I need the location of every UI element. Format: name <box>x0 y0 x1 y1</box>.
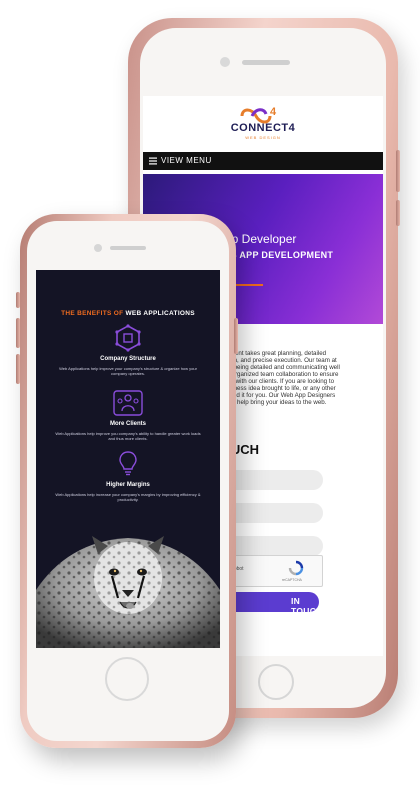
phone-field[interactable] <box>223 536 323 556</box>
back-phone-home-button <box>258 664 294 700</box>
lightbulb-icon <box>119 451 137 476</box>
front-phone-speaker <box>110 246 146 250</box>
feature-desc-line: and thus more clients. <box>108 436 148 441</box>
back-phone-speaker <box>242 60 290 65</box>
benefits-heading-highlight: THE BENEFITS OF <box>61 310 124 317</box>
site-header: 4 CONNECT4 WEB DESIGN <box>143 96 383 146</box>
front-phone-camera <box>94 244 102 252</box>
feature-desc-line: company operates. <box>110 371 146 376</box>
front-phone-screen: THE BENEFITS OF WEB APPLICATIONS Company… <box>36 270 220 648</box>
front-phone-volume-up <box>16 318 20 348</box>
recaptcha-icon <box>288 560 304 576</box>
hamburger-icon <box>149 157 157 165</box>
view-menu-bar[interactable]: VIEW MENU <box>143 152 383 170</box>
feature-title: More Clients <box>109 421 146 427</box>
recaptcha-text: reCAPTCHA <box>282 578 302 582</box>
back-phone-camera <box>220 57 230 67</box>
view-menu-label: VIEW MENU <box>161 156 212 165</box>
back-phone-volume-button <box>396 150 400 192</box>
benefits-heading-rest: WEB APPLICATIONS <box>125 310 195 317</box>
name-field[interactable] <box>223 470 323 490</box>
benefits-heading: THE BENEFITS OF WEB APPLICATIONS <box>36 310 220 317</box>
network-structure-icon <box>115 324 141 352</box>
brand-tagline: WEB DESIGN <box>245 135 281 140</box>
connect4-logo-icon[interactable]: 4 <box>238 104 282 124</box>
group-clients-icon <box>113 390 143 416</box>
brand-name: CONNECT4 <box>230 122 296 134</box>
email-field[interactable] <box>223 503 323 523</box>
feature-desc-line: productivity. <box>117 497 139 502</box>
front-phone-mute-switch <box>16 292 20 308</box>
front-phone-power-button <box>234 318 238 354</box>
cheetah-photo <box>36 520 220 648</box>
feature-title: Company Structure <box>100 356 156 362</box>
svg-text:4: 4 <box>270 106 277 118</box>
front-phone-home-button <box>105 657 149 701</box>
feature-title: Higher Margins <box>106 482 150 488</box>
recaptcha-box[interactable]: a robot reCAPTCHA <box>223 555 323 587</box>
get-in-touch-label: IN TOUCH <box>291 596 323 616</box>
front-phone-volume-down <box>16 354 20 384</box>
back-phone-side-button <box>396 200 400 226</box>
